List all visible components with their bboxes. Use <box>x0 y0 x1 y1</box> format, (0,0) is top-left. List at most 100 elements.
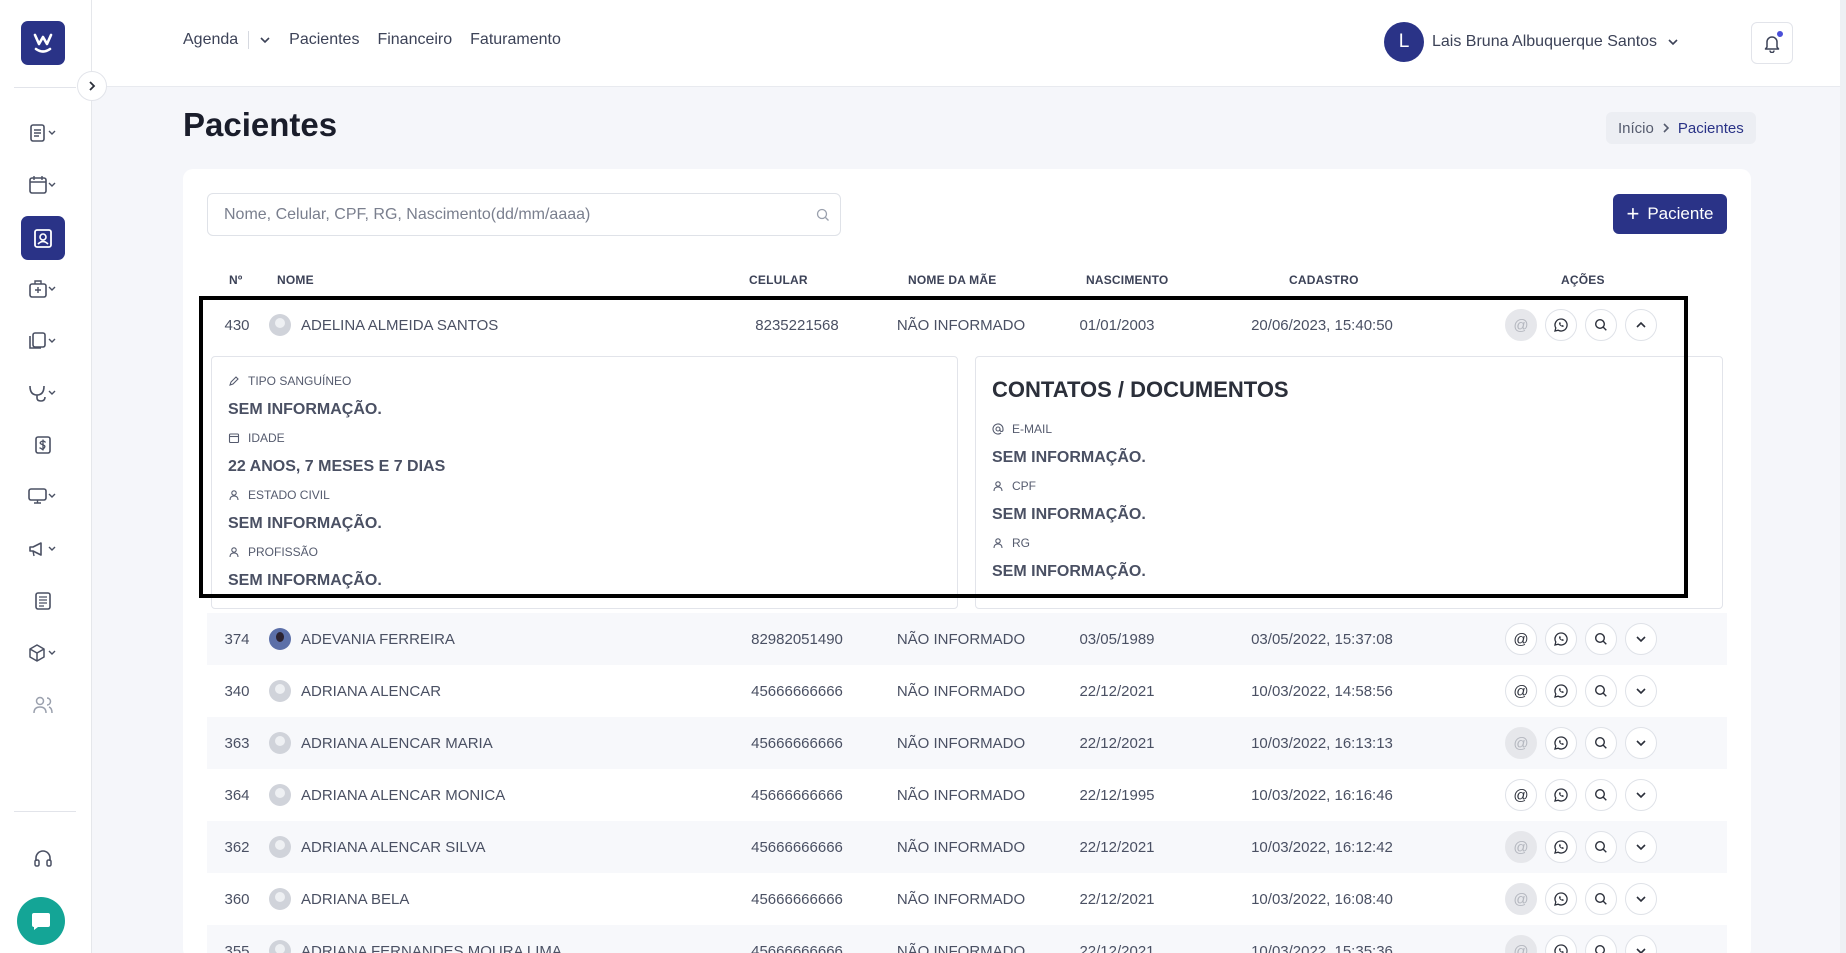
email-button[interactable]: @ <box>1505 883 1537 915</box>
row-phone: 45666666666 <box>751 734 843 752</box>
email-button[interactable]: @ <box>1505 727 1537 759</box>
patient-name[interactable]: ADELINA ALMEIDA SANTOS <box>301 317 498 334</box>
sidebar-item-calendar[interactable] <box>21 163 65 207</box>
sidebar-item-documents[interactable] <box>21 319 65 363</box>
view-button[interactable] <box>1585 309 1617 341</box>
patient-name[interactable]: ADEVANIA FERREIRA <box>301 631 455 648</box>
whatsapp-icon <box>1554 736 1568 750</box>
row-number: 360 <box>224 890 250 908</box>
email-button[interactable]: @ <box>1505 675 1537 707</box>
expand-row-button[interactable] <box>1625 727 1657 759</box>
email-button[interactable]: @ <box>1505 831 1537 863</box>
view-button[interactable] <box>1585 675 1617 707</box>
table-row[interactable]: 355 ADRIANA FERNANDES MOURA LIMA 4566666… <box>207 925 1727 953</box>
chevron-down-icon[interactable] <box>259 35 271 45</box>
expand-row-button[interactable] <box>1625 779 1657 811</box>
sidebar-item-patients[interactable] <box>21 216 65 260</box>
patient-name[interactable]: ADRIANA ALENCAR <box>301 683 441 700</box>
marital-status-label: ESTADO CIVIL <box>228 488 330 502</box>
whatsapp-button[interactable] <box>1545 779 1577 811</box>
row-birthdate: 22/12/2021 <box>1079 838 1155 856</box>
expand-row-button[interactable] <box>1625 883 1657 915</box>
table-row[interactable]: 360 ADRIANA BELA 45666666666 NÃO INFORMA… <box>207 873 1727 925</box>
row-number: 430 <box>224 316 250 334</box>
col-header-num: Nº <box>229 273 243 287</box>
view-button[interactable] <box>1585 623 1617 655</box>
sidebar-divider <box>14 87 76 88</box>
search-icon <box>1594 840 1607 853</box>
expand-row-button[interactable] <box>1625 935 1657 953</box>
row-name: ADRIANA ALENCAR SILVA <box>269 821 486 873</box>
table-row[interactable]: 374 ADEVANIA FERREIRA 82982051490 NÃO IN… <box>207 613 1727 665</box>
whatsapp-button[interactable] <box>1545 935 1577 953</box>
search-field[interactable] <box>207 193 841 236</box>
whatsapp-button[interactable] <box>1545 675 1577 707</box>
whatsapp-icon <box>1554 840 1568 854</box>
table-row[interactable]: 340 ADRIANA ALENCAR 45666666666 NÃO INFO… <box>207 665 1727 717</box>
contacts-documents-title: CONTATOS / DOCUMENTOS <box>992 377 1289 402</box>
expand-row-button[interactable] <box>1625 831 1657 863</box>
patient-name[interactable]: ADRIANA BELA <box>301 891 409 908</box>
nav-agenda[interactable]: Agenda <box>183 31 238 49</box>
sidebar-item-records[interactable] <box>21 111 65 155</box>
expand-row-button[interactable] <box>1625 623 1657 655</box>
user-icon <box>993 538 1003 549</box>
row-phone: 45666666666 <box>751 838 843 856</box>
view-button[interactable] <box>1585 935 1617 953</box>
col-header-celular: CELULAR <box>749 273 808 287</box>
add-patient-label: Paciente <box>1647 204 1714 223</box>
table-row[interactable]: 362 ADRIANA ALENCAR SILVA 45666666666 NÃ… <box>207 821 1727 873</box>
sidebar-item-devices[interactable] <box>21 474 65 518</box>
add-patient-button[interactable]: + Paciente <box>1613 194 1727 234</box>
sidebar-item-users[interactable] <box>21 683 65 727</box>
email-button[interactable]: @ <box>1505 309 1537 341</box>
user-menu[interactable]: L Lais Bruna Albuquerque Santos <box>1384 22 1679 62</box>
whatsapp-button[interactable] <box>1545 623 1577 655</box>
breadcrumb-home[interactable]: Início <box>1618 120 1654 137</box>
sidebar-item-inventory[interactable] <box>21 631 65 675</box>
email-button[interactable]: @ <box>1505 779 1537 811</box>
collapse-row-button[interactable] <box>1625 309 1657 341</box>
patient-name[interactable]: ADRIANA FERNANDES MOURA LIMA <box>301 943 562 953</box>
search-input[interactable] <box>208 194 840 235</box>
expand-row-button[interactable] <box>1625 675 1657 707</box>
documents-icon <box>29 332 56 349</box>
whatsapp-button[interactable] <box>1545 883 1577 915</box>
view-button[interactable] <box>1585 727 1617 759</box>
table-row[interactable]: 364 ADRIANA ALENCAR MONICA 45666666666 N… <box>207 769 1727 821</box>
patient-name[interactable]: ADRIANA ALENCAR MARIA <box>301 735 493 752</box>
view-button[interactable] <box>1585 831 1617 863</box>
whatsapp-button[interactable] <box>1545 727 1577 759</box>
nav-financeiro[interactable]: Financeiro <box>377 31 452 49</box>
sidebar-toggle-button[interactable] <box>77 71 107 101</box>
nav-faturamento[interactable]: Faturamento <box>470 31 561 49</box>
sidebar-item-procedures[interactable] <box>21 371 65 415</box>
chat-button[interactable] <box>17 897 65 945</box>
scrollbar[interactable] <box>1840 0 1846 953</box>
nav-pacientes[interactable]: Pacientes <box>289 31 359 49</box>
whatsapp-button[interactable] <box>1545 831 1577 863</box>
notifications-button[interactable] <box>1751 22 1793 64</box>
avatar <box>269 940 291 953</box>
view-button[interactable] <box>1585 779 1617 811</box>
app-logo[interactable] <box>21 21 65 65</box>
sidebar-item-support[interactable] <box>21 837 65 881</box>
email-button[interactable]: @ <box>1505 935 1537 953</box>
row-name: ADRIANA BELA <box>269 873 409 925</box>
view-button[interactable] <box>1585 883 1617 915</box>
search-icon <box>1594 892 1607 905</box>
whatsapp-button[interactable] <box>1545 309 1577 341</box>
email-button[interactable]: @ <box>1505 623 1537 655</box>
table-row[interactable]: 430 ADELINA ALMEIDA SANTOS 8235221568 NÃ… <box>207 299 1727 351</box>
sidebar-item-finance[interactable] <box>21 423 65 467</box>
patient-name[interactable]: ADRIANA ALENCAR SILVA <box>301 839 486 856</box>
chevron-down-icon <box>1668 39 1678 46</box>
table-row[interactable]: 363 ADRIANA ALENCAR MARIA 45666666666 NÃ… <box>207 717 1727 769</box>
patient-details-panel: TIPO SANGUÍNEO SEM INFORMAÇÃO. IDADE 22 … <box>211 356 958 609</box>
patient-name[interactable]: ADRIANA ALENCAR MONICA <box>301 787 505 804</box>
sidebar-item-marketing[interactable] <box>21 527 65 571</box>
sidebar-item-reports[interactable] <box>21 579 65 623</box>
row-registered: 10/03/2022, 16:12:42 <box>1251 838 1393 856</box>
sidebar-item-clinic[interactable] <box>21 267 65 311</box>
box-icon <box>29 644 56 662</box>
